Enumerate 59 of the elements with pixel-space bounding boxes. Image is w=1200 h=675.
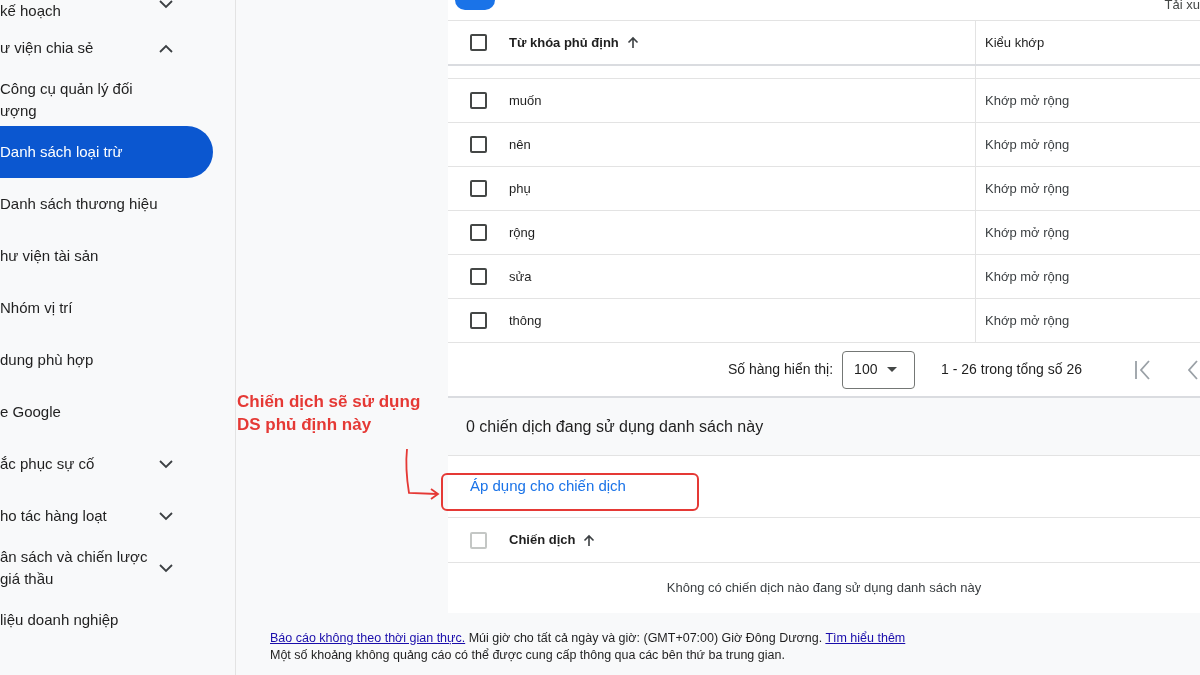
table-cell-text: sửa bbox=[509, 267, 532, 286]
first-page-icon[interactable] bbox=[1133, 359, 1152, 380]
column-header[interactable]: Kiểu khớp bbox=[985, 32, 1045, 53]
sidebar-item[interactable]: e Google bbox=[0, 386, 213, 438]
table-cell-text: Khớp mở rộng bbox=[985, 135, 1070, 154]
column-header[interactable]: Chiến dịch bbox=[509, 530, 576, 550]
chevron-up-icon bbox=[159, 43, 173, 53]
previous-page-icon[interactable] bbox=[1187, 359, 1198, 380]
checkbox[interactable] bbox=[470, 92, 487, 109]
table-cell-text: thông bbox=[509, 311, 542, 330]
checkbox[interactable] bbox=[470, 34, 487, 51]
table-cell-text: Khớp mở rộng bbox=[985, 223, 1070, 242]
checkbox[interactable] bbox=[470, 224, 487, 241]
sidebar-item[interactable]: ắc phục sự cố bbox=[0, 438, 213, 490]
checkbox[interactable] bbox=[470, 180, 487, 197]
sidebar-item[interactable]: ân sách và chiến lược giá thầu bbox=[0, 542, 213, 594]
sidebar-item[interactable]: dung phù hợp bbox=[0, 334, 213, 386]
sidebar-item[interactable]: Danh sách loại trừ bbox=[0, 126, 213, 178]
timezone-text: Múi giờ cho tất cả ngày và giờ: (GMT+07:00) Giờ Đông Dương. bbox=[468, 631, 823, 645]
fab-button[interactable] bbox=[455, 0, 495, 10]
footer-note: Một số khoảng không quảng cáo có thể được cung cấp thông qua các bên thứ ba trung gian. bbox=[270, 647, 786, 664]
chevron-down-icon bbox=[159, 0, 173, 9]
table-cell-text: Khớp mở rộng bbox=[985, 179, 1070, 198]
checkbox[interactable] bbox=[470, 268, 487, 285]
sidebar-item[interactable]: ho tác hàng loạt bbox=[0, 490, 213, 542]
rows-per-page-label: Số hàng hiển thị: bbox=[728, 360, 834, 379]
sidebar-item[interactable]: liệu doanh nghiệp bbox=[0, 594, 213, 646]
chevron-down-icon bbox=[159, 511, 173, 521]
footer-link[interactable]: Báo cáo không theo thời gian thực. bbox=[270, 631, 466, 645]
rows-per-page-select[interactable]: 100 bbox=[842, 350, 916, 389]
sidebar-item[interactable]: Nhóm vị trí bbox=[0, 282, 213, 334]
column-header[interactable]: Từ khóa phủ định bbox=[509, 32, 619, 53]
dropdown-caret-icon bbox=[887, 367, 898, 372]
sidebar-item[interactable]: Công cụ quản lý đối ượng bbox=[0, 74, 213, 126]
learn-more-link[interactable]: Tìm hiểu thêm bbox=[825, 631, 906, 645]
campaign-count: 0 chiến dịch đang sử dụng danh sách này bbox=[466, 416, 764, 437]
sidebar-item[interactable]: kế hoạch bbox=[0, 0, 213, 22]
checkbox[interactable] bbox=[470, 136, 487, 153]
sort-arrow-up-icon[interactable] bbox=[626, 36, 639, 49]
annotation-arrow bbox=[403, 448, 441, 500]
annotation-text: Chiến dịch sẽ sử dụng DS phủ định này bbox=[237, 391, 422, 436]
table-cell-text: Khớp mở rộng bbox=[985, 267, 1070, 286]
table-cell-text: Khớp mở rộng bbox=[985, 311, 1070, 330]
chevron-down-icon bbox=[159, 563, 173, 573]
sidebar-item[interactable]: ư viện chia sẻ bbox=[0, 22, 213, 74]
table-cell-text: nên bbox=[509, 135, 531, 154]
table-cell-text: rộng bbox=[509, 223, 536, 242]
table-cell-text: Khớp mở rộng bbox=[985, 91, 1070, 110]
sidebar-item[interactable]: Danh sách thương hiệu bbox=[0, 178, 213, 230]
table-cell-text: muốn bbox=[509, 91, 542, 110]
sidebar-item[interactable]: hư viện tài sản bbox=[0, 230, 213, 282]
empty-message: Không có chiến dịch nào đang sử dụng danh sách này bbox=[666, 579, 982, 598]
chevron-down-icon bbox=[159, 459, 173, 469]
download-label[interactable]: Tải xu bbox=[1164, 0, 1200, 11]
apply-to-campaigns-link[interactable]: Áp dụng cho chiến dịch bbox=[470, 475, 626, 498]
table-cell-text: phụ bbox=[509, 179, 531, 198]
checkbox[interactable] bbox=[470, 312, 487, 329]
sort-arrow-up-icon[interactable] bbox=[583, 533, 596, 547]
page-range: 1 - 26 trong tổng số 26 bbox=[941, 360, 1082, 379]
